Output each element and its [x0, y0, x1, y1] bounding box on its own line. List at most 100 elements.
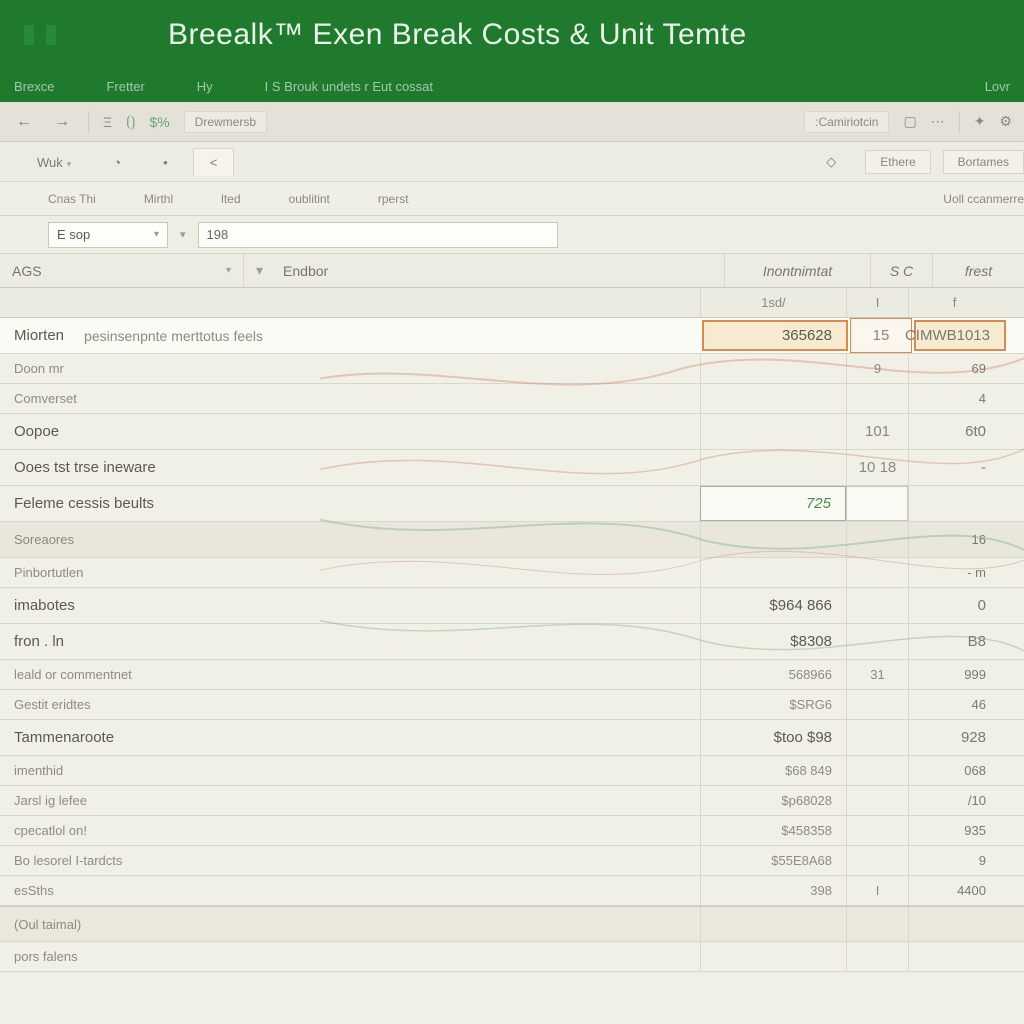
row-label-cell[interactable]: Doon mr: [0, 354, 700, 383]
row-label-cell[interactable]: imabotes: [0, 588, 700, 623]
col-header-c[interactable]: Inontnimtat: [724, 254, 870, 287]
toolbar-glyph[interactable]: ⋯: [931, 113, 945, 130]
row-mid-cell[interactable]: [846, 690, 908, 719]
row-mid-cell[interactable]: [846, 942, 908, 971]
table-row[interactable]: Pinbortutlen - m: [0, 558, 1024, 588]
row-end-cell[interactable]: 46: [908, 690, 1000, 719]
col-header-a[interactable]: AGS▾: [0, 254, 244, 287]
col-header-d[interactable]: S C: [870, 254, 932, 287]
row-value-cell[interactable]: [700, 354, 846, 383]
row-mid-cell[interactable]: [846, 720, 908, 755]
row-value-cell[interactable]: [700, 414, 846, 449]
forward-icon[interactable]: →: [50, 111, 74, 133]
row-end-cell[interactable]: 0: [908, 588, 1000, 623]
table-row[interactable]: Doon mr969: [0, 354, 1024, 384]
ribbon-tab[interactable]: ◇: [809, 147, 853, 176]
row-value-cell[interactable]: $8308: [700, 624, 846, 659]
row-label-cell[interactable]: fron . ln: [0, 624, 700, 659]
row-end-cell[interactable]: 69: [908, 354, 1000, 383]
row-end-cell[interactable]: 4400: [908, 876, 1000, 905]
table-row[interactable]: Gestit eridtes$SRG646: [0, 690, 1024, 720]
row-end-cell[interactable]: [908, 486, 1000, 521]
toolbar-glyph[interactable]: ▢: [903, 113, 916, 130]
row-value-cell[interactable]: 725: [700, 486, 846, 521]
row-value-cell[interactable]: [700, 522, 846, 557]
toolbar-glyph[interactable]: ⟮⟯: [126, 113, 135, 130]
toolbar-glyph[interactable]: Ξ: [103, 114, 112, 130]
row-value-cell[interactable]: $458358: [700, 816, 846, 845]
toolbar-glyph[interactable]: ⚙: [999, 113, 1012, 130]
row-mid-cell[interactable]: 15: [850, 318, 912, 353]
row-mid-cell[interactable]: [846, 846, 908, 875]
table-row[interactable]: Bo lesorel I-tardcts$55E8A68 9: [0, 846, 1024, 876]
toolbar-glyph[interactable]: ✦: [974, 113, 986, 130]
toolbar-chip[interactable]: Drewmersb: [184, 111, 267, 133]
table-row[interactable]: imenthid$68 849068: [0, 756, 1024, 786]
col-header-e[interactable]: frest: [932, 254, 1024, 287]
table-row[interactable]: Tammenaroote$too $98928: [0, 720, 1024, 756]
toolbar-glyph[interactable]: $%: [149, 114, 169, 130]
row-mid-cell[interactable]: 101: [846, 414, 908, 449]
row-end-cell[interactable]: - m: [908, 558, 1000, 587]
row-end-cell[interactable]: B8: [908, 624, 1000, 659]
row-end-cell[interactable]: 4: [908, 384, 1000, 413]
row-end-cell[interactable]: 928: [908, 720, 1000, 755]
row-mid-cell[interactable]: [846, 624, 908, 659]
row-mid-cell[interactable]: [846, 558, 908, 587]
row-mid-cell[interactable]: I: [846, 876, 908, 905]
row-end-cell[interactable]: 935: [908, 816, 1000, 845]
table-row[interactable]: Comverset 4: [0, 384, 1024, 414]
row-mid-cell[interactable]: [846, 384, 908, 413]
row-end-cell[interactable]: 6t0: [908, 414, 1000, 449]
row-mid-cell[interactable]: 31: [846, 660, 908, 689]
ribbon-chip[interactable]: Bortames: [943, 150, 1024, 174]
name-box[interactable]: E sop ▾: [48, 222, 168, 248]
table-row[interactable]: Soreaores16: [0, 522, 1024, 558]
row-mid-cell[interactable]: [846, 816, 908, 845]
row-value-cell[interactable]: [700, 384, 846, 413]
row-value-cell[interactable]: $SRG6: [700, 690, 846, 719]
row-end-cell[interactable]: [908, 907, 1000, 941]
table-row[interactable]: imabotes$964 866 0: [0, 588, 1024, 624]
table-row[interactable]: leald or commentnet56896631999: [0, 660, 1024, 690]
row-mid-cell[interactable]: [846, 522, 908, 557]
table-row[interactable]: Jarsl ig lefee$p68028/10: [0, 786, 1024, 816]
menu-item[interactable]: Hy: [197, 79, 213, 94]
table-row[interactable]: Ooes tst trse ineware10 18-: [0, 450, 1024, 486]
row-mid-cell[interactable]: [846, 756, 908, 785]
row-value-cell[interactable]: $964 866: [700, 588, 846, 623]
row-label-cell[interactable]: Feleme cessis beults: [0, 486, 700, 521]
table-row[interactable]: cpecatlol on!$458358 935: [0, 816, 1024, 846]
row-label-cell[interactable]: Bo lesorel I-tardcts: [0, 846, 700, 875]
row-end-cell[interactable]: -: [908, 450, 1000, 485]
row-label-cell[interactable]: Pinbortutlen: [0, 558, 700, 587]
row-label-cell[interactable]: Soreaores: [0, 522, 700, 557]
row-value-cell[interactable]: [700, 450, 846, 485]
row-end-cell[interactable]: 9: [908, 846, 1000, 875]
row-value-cell[interactable]: 568966: [700, 660, 846, 689]
row-label-cell[interactable]: Comverset: [0, 384, 700, 413]
menu-item[interactable]: I S Brouk undets r Eut cossat: [265, 79, 433, 94]
row-value-cell[interactable]: $55E8A68: [700, 846, 846, 875]
row-value-cell[interactable]: [700, 907, 846, 941]
ribbon-tab[interactable]: Wuk▾: [20, 148, 88, 176]
toolbar-chip[interactable]: :Camiriotcin: [804, 111, 889, 133]
menu-item[interactable]: Brexce: [14, 79, 54, 94]
row-value-cell[interactable]: $too $98: [700, 720, 846, 755]
row-label-cell[interactable]: cpecatlol on!: [0, 816, 700, 845]
row-value-cell[interactable]: $p68028: [700, 786, 846, 815]
dropdown-caret[interactable]: ▾: [180, 228, 186, 241]
row-end-cell[interactable]: 068: [908, 756, 1000, 785]
table-row[interactable]: (Oul taimal): [0, 906, 1024, 942]
row-end-cell[interactable]: [908, 942, 1000, 971]
table-row[interactable]: Feleme cessis beults725: [0, 486, 1024, 522]
row-value-cell[interactable]: [700, 558, 846, 587]
table-row[interactable]: fron . ln$8308 B8: [0, 624, 1024, 660]
row-label-cell[interactable]: leald or commentnet: [0, 660, 700, 689]
row-label-cell[interactable]: imenthid: [0, 756, 700, 785]
menu-item[interactable]: Fretter: [106, 79, 144, 94]
row-label-cell[interactable]: pors falens: [0, 942, 700, 971]
row-mid-cell[interactable]: [846, 588, 908, 623]
table-row[interactable]: Oopoe1016t0: [0, 414, 1024, 450]
formula-input[interactable]: 198: [198, 222, 558, 248]
